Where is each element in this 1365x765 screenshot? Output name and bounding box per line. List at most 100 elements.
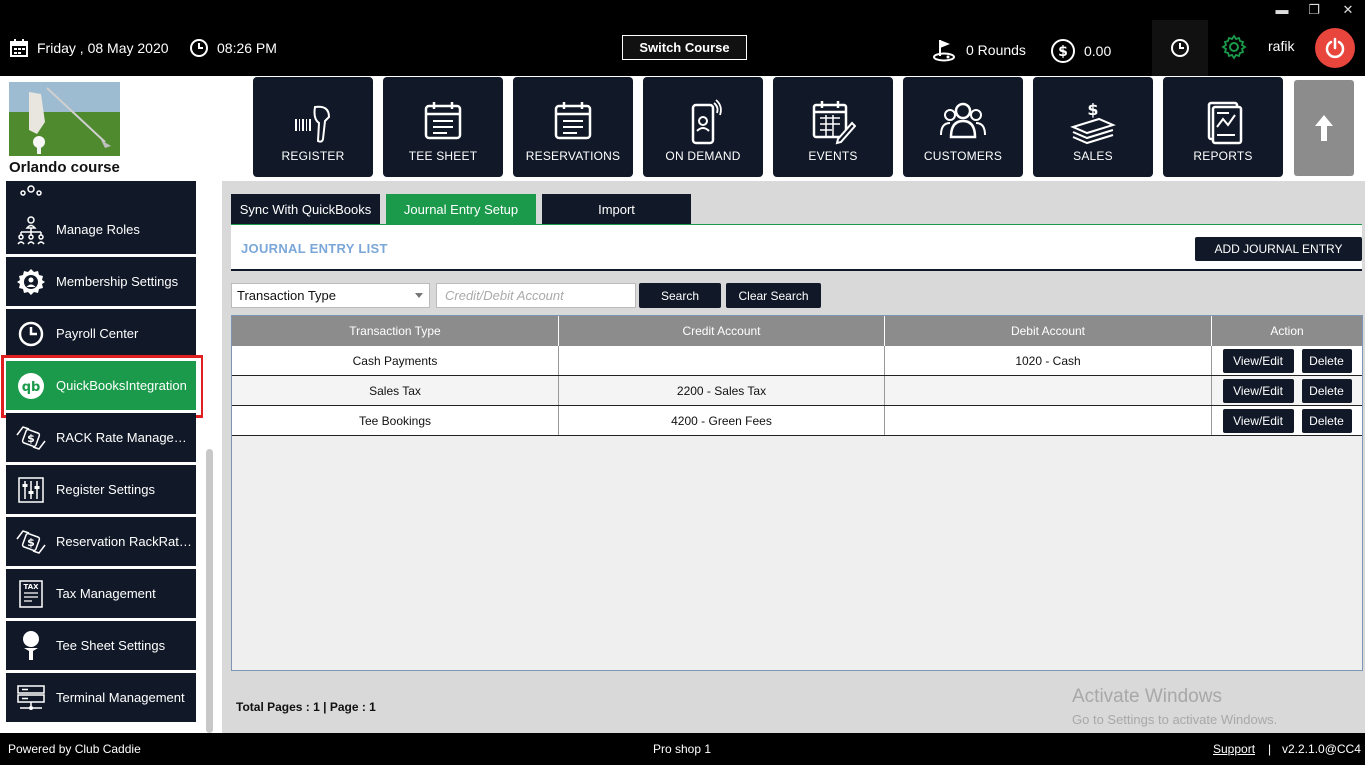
golf-tee-icon	[6, 630, 56, 662]
golf-photo-icon	[9, 82, 120, 156]
sidebar-item-label: Payroll Center	[56, 326, 139, 341]
view-edit-button[interactable]: View/Edit	[1222, 378, 1294, 403]
sidebar-item-payroll-center[interactable]: Payroll Center	[6, 309, 196, 358]
user-name-text: rafik	[1268, 38, 1295, 54]
history-clock-button[interactable]	[1152, 20, 1208, 76]
barcode-scanner-icon	[295, 105, 331, 143]
arrow-up-icon	[1315, 115, 1333, 141]
close-icon[interactable]: ✕	[1338, 2, 1358, 18]
cell-credit-account: 4200 - Green Fees	[559, 406, 885, 435]
tab-import[interactable]: Import	[542, 194, 691, 224]
cell-debit-account	[885, 376, 1212, 405]
course-logo	[9, 82, 120, 156]
journal-entry-table: Transaction Type Credit Account Debit Ac…	[231, 315, 1363, 671]
user-name[interactable]: rafik	[1268, 38, 1294, 54]
account-search-input[interactable]	[436, 283, 636, 308]
add-journal-entry-button[interactable]: ADD JOURNAL ENTRY	[1195, 237, 1362, 261]
nav-sales[interactable]: $ SALES	[1033, 77, 1153, 177]
gear-icon	[1221, 34, 1247, 60]
sidebar-item-label: Register Settings	[56, 482, 155, 497]
sidebar-item-tee-sheet-settings[interactable]: Tee Sheet Settings	[6, 621, 196, 670]
collapse-header-button[interactable]	[1294, 80, 1354, 176]
delete-button[interactable]: Delete	[1301, 378, 1352, 403]
svg-text:$: $	[1087, 100, 1098, 119]
switch-course-button[interactable]: Switch Course	[622, 35, 747, 60]
cell-actions: View/Edit Delete	[1212, 406, 1362, 435]
sidebar-item-manage-roles[interactable]: Manage Roles	[6, 205, 196, 254]
sidebar: Manage Roles Membership Settings Payroll…	[0, 181, 222, 733]
cell-transaction-type: Cash Payments	[232, 346, 559, 375]
nav-reports[interactable]: REPORTS	[1163, 77, 1283, 177]
calendar-icon	[10, 39, 28, 57]
nav-tee-sheet-label: TEE SHEET	[408, 149, 478, 163]
main-content: Sync With QuickBooks Journal Entry Setup…	[222, 181, 1365, 733]
nav-reservations[interactable]: RESERVATIONS	[513, 77, 633, 177]
sidebar-item-partial[interactable]	[6, 181, 196, 207]
journal-entry-panel: JOURNAL ENTRY LIST ADD JOURNAL ENTRY	[231, 224, 1362, 271]
column-header-credit-account[interactable]: Credit Account	[559, 316, 885, 346]
column-header-debit-account[interactable]: Debit Account	[885, 316, 1212, 346]
cell-debit-account: 1020 - Cash	[885, 346, 1212, 375]
sidebar-item-rack-rate-management[interactable]: $ RACK Rate Manageme...	[6, 413, 196, 462]
nav-events[interactable]: EVENTS	[773, 77, 893, 177]
calendar-edit-icon	[812, 101, 856, 145]
nav-on-demand[interactable]: ON DEMAND	[643, 77, 763, 177]
org-chart-icon	[6, 215, 56, 245]
active-item-highlight	[1, 355, 204, 418]
nav-reservations-label: RESERVATIONS	[525, 149, 621, 163]
transaction-type-select[interactable]: Transaction Type	[231, 283, 430, 308]
svg-text:TAX: TAX	[23, 583, 39, 591]
windows-activation-title: Activate Windows	[1072, 686, 1222, 707]
nav-register[interactable]: REGISTER	[253, 77, 373, 177]
cell-transaction-type: Sales Tax	[232, 376, 559, 405]
delete-button[interactable]: Delete	[1301, 408, 1352, 433]
minimize-icon[interactable]: ▬	[1272, 2, 1292, 17]
sidebar-item-label: Tee Sheet Settings	[56, 638, 166, 653]
sidebar-item-tax-management[interactable]: TAX Tax Management	[6, 569, 196, 618]
tab-sync-quickbooks[interactable]: Sync With QuickBooks	[231, 194, 380, 224]
org-chart-icon	[6, 181, 56, 197]
nav-tee-sheet[interactable]: TEE SHEET	[383, 77, 503, 177]
column-header-transaction-type[interactable]: Transaction Type	[232, 316, 559, 346]
tax-document-icon: TAX	[6, 579, 56, 609]
rounds-display: 0 Rounds	[932, 38, 1026, 62]
footer-separator: |	[1268, 742, 1272, 756]
powered-by-text: Powered by Club Caddie	[8, 742, 141, 756]
shop-name: Pro shop 1	[653, 742, 712, 756]
windows-activation-subtitle: Go to Settings to activate Windows.	[1072, 712, 1278, 727]
sidebar-item-register-settings[interactable]: Register Settings	[6, 465, 196, 514]
rounds-text: 0 Rounds	[966, 42, 1026, 58]
course-name: Orlando course	[9, 159, 120, 176]
svg-text:$: $	[1058, 44, 1068, 60]
table-header: Transaction Type Credit Account Debit Ac…	[232, 316, 1362, 346]
tab-journal-entry-setup[interactable]: Journal Entry Setup	[386, 194, 536, 224]
delete-button[interactable]: Delete	[1301, 348, 1352, 373]
restore-icon[interactable]: ❐	[1304, 2, 1324, 18]
sidebar-item-label: Tax Management	[56, 586, 156, 601]
svg-text:$: $	[27, 536, 35, 549]
sidebar-item-terminal-management[interactable]: Terminal Management	[6, 673, 196, 722]
nav-customers[interactable]: CUSTOMERS	[903, 77, 1023, 177]
support-link[interactable]: Support	[1213, 742, 1255, 756]
nav-on-demand-label: ON DEMAND	[665, 149, 741, 163]
rate-exchange-icon: $	[6, 527, 56, 557]
chevron-down-icon	[415, 293, 423, 298]
nav-sales-label: SALES	[1073, 149, 1113, 163]
header: Orlando course REGISTER TEE SHEET RESERV…	[0, 76, 1365, 181]
sidebar-scrollbar-thumb[interactable]	[206, 449, 213, 733]
view-edit-button[interactable]: View/Edit	[1222, 408, 1294, 433]
sidebar-item-membership-settings[interactable]: Membership Settings	[6, 257, 196, 306]
view-edit-button[interactable]: View/Edit	[1222, 348, 1294, 373]
search-button[interactable]: Search	[639, 283, 721, 308]
pagination-info: Total Pages : 1 | Page : 1	[236, 700, 376, 714]
gear-user-icon	[6, 267, 56, 297]
settings-button[interactable]	[1221, 34, 1255, 60]
logout-button[interactable]	[1315, 28, 1355, 68]
reservations-icon	[554, 102, 592, 140]
clear-search-button[interactable]: Clear Search	[726, 283, 821, 308]
balance-display: $ 0.00	[1050, 38, 1111, 64]
footer: Powered by Club Caddie Pro shop 1 Suppor…	[0, 733, 1365, 765]
sidebar-item-reservation-rackrate[interactable]: $ Reservation RackRate...	[6, 517, 196, 566]
top-bar: ▬ ❐ ✕ Friday , 08 May 2020 08:26 PM Swit…	[0, 0, 1365, 76]
sidebar-item-label: Reservation RackRate...	[56, 534, 194, 549]
